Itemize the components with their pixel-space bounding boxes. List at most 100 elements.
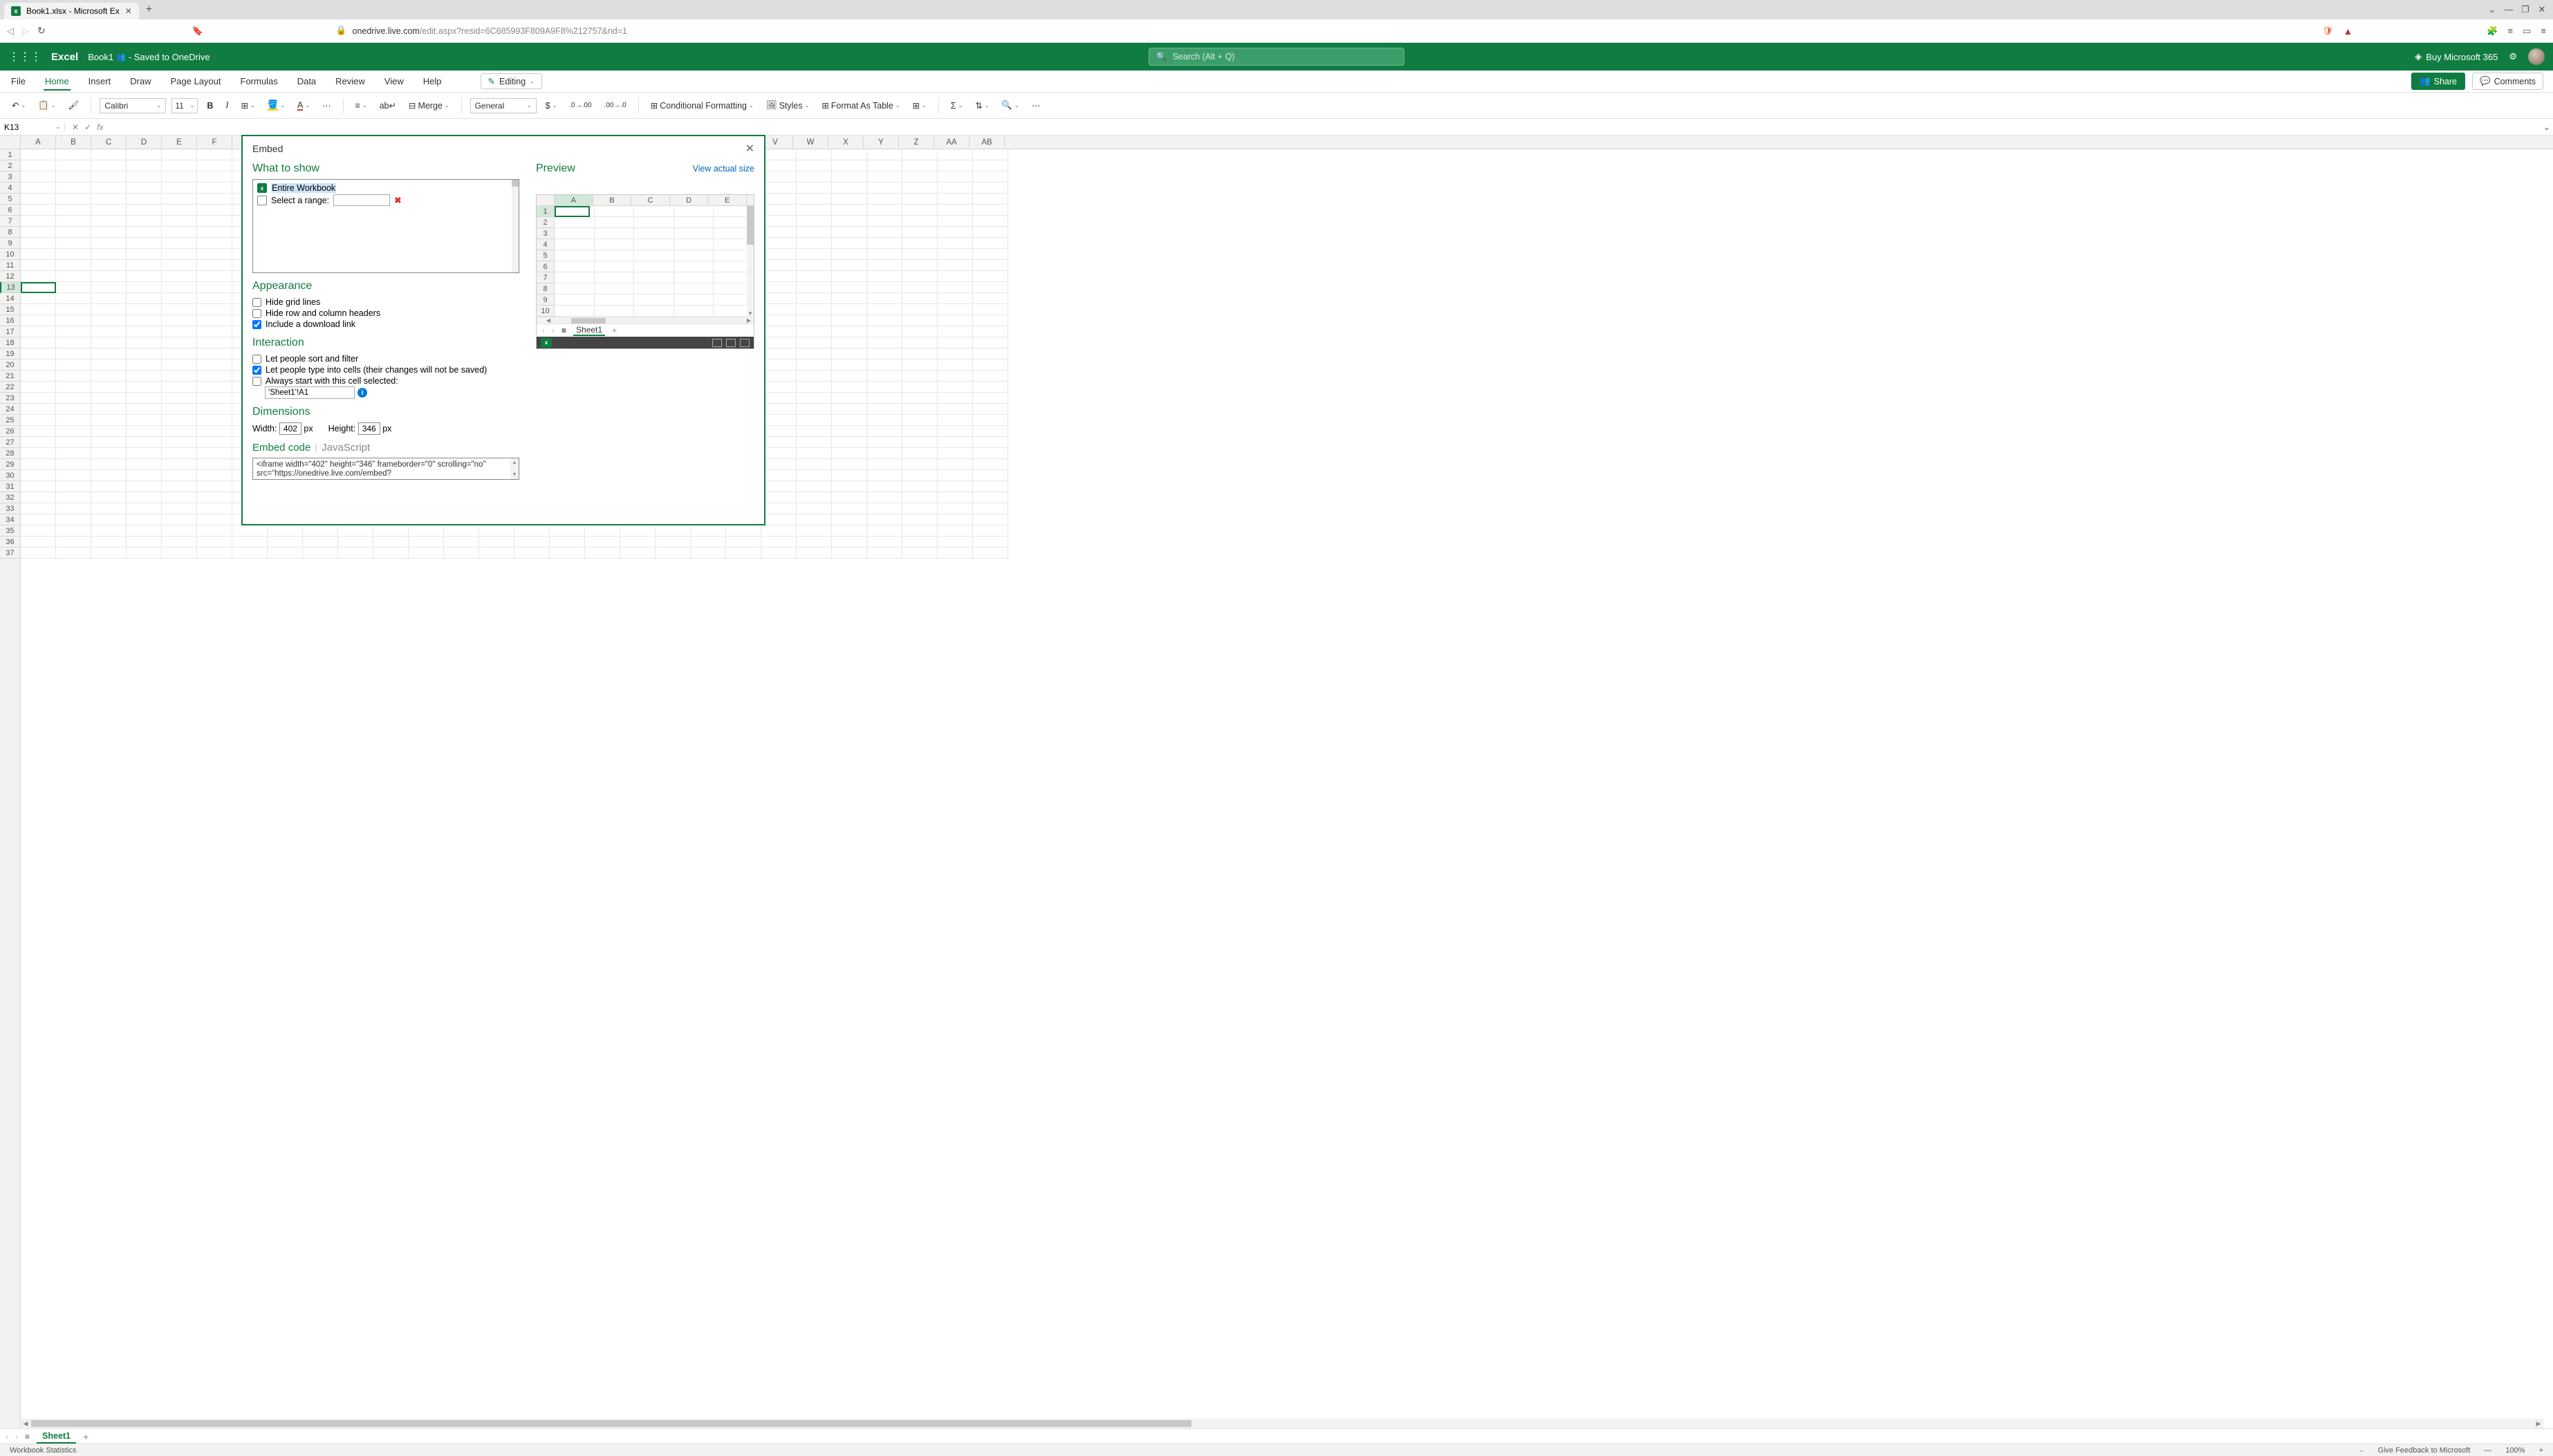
row-header[interactable]: 19 bbox=[0, 348, 20, 360]
pv-row-header[interactable]: 9 bbox=[537, 295, 554, 306]
pv-row-header[interactable]: 7 bbox=[537, 272, 554, 283]
bold-button[interactable]: B bbox=[203, 99, 216, 113]
row-header[interactable]: 24 bbox=[0, 404, 20, 415]
row-header[interactable]: 25 bbox=[0, 415, 20, 426]
row-header[interactable]: 26 bbox=[0, 426, 20, 437]
entire-workbook-option[interactable]: Entire Workbook bbox=[271, 183, 336, 193]
tab-view[interactable]: View bbox=[383, 72, 405, 91]
col-header[interactable]: F bbox=[197, 136, 232, 149]
fill-color-button[interactable]: 🪣⌄ bbox=[264, 99, 288, 113]
sheet-next-icon[interactable]: › bbox=[15, 1432, 18, 1441]
shield-icon[interactable]: 🛡 bbox=[2322, 26, 2334, 37]
row-header[interactable]: 30 bbox=[0, 470, 20, 481]
row-header[interactable]: 17 bbox=[0, 326, 20, 337]
expand-formula-bar-icon[interactable]: ⌄ bbox=[2541, 122, 2553, 133]
paste-button[interactable]: 📋⌄ bbox=[35, 98, 59, 113]
range-input[interactable] bbox=[333, 194, 390, 206]
row-header[interactable]: 36 bbox=[0, 536, 20, 548]
col-header[interactable]: W bbox=[793, 136, 828, 149]
app-launcher-icon[interactable]: ⋮⋮⋮ bbox=[8, 50, 41, 64]
pv-fullscreen-icon[interactable] bbox=[740, 339, 750, 347]
row-header[interactable]: 11 bbox=[0, 260, 20, 271]
close-window-icon[interactable]: ✕ bbox=[2535, 4, 2549, 15]
col-header[interactable]: C bbox=[91, 136, 127, 149]
tab-file[interactable]: File bbox=[10, 72, 27, 91]
bookmark-icon[interactable]: 🔖 bbox=[192, 26, 203, 37]
minimize-icon[interactable]: ― bbox=[2502, 4, 2516, 15]
pv-add-sheet[interactable]: + bbox=[612, 326, 617, 335]
pv-col-header[interactable]: E bbox=[708, 195, 747, 205]
buy-microsoft-365[interactable]: ◈ Buy Microsoft 365 bbox=[2415, 51, 2498, 62]
merge-button[interactable]: ⊟ Merge ⌄ bbox=[405, 98, 453, 113]
col-header[interactable]: Z bbox=[899, 136, 934, 149]
avatar[interactable] bbox=[2528, 48, 2545, 65]
col-header[interactable]: B bbox=[56, 136, 91, 149]
embed-code-textarea[interactable]: <iframe width="402" height="346" framebo… bbox=[252, 458, 519, 480]
row-header[interactable]: 8 bbox=[0, 227, 20, 238]
clear-range-icon[interactable]: ✖ bbox=[394, 195, 401, 205]
document-title[interactable]: Book1 👥 - Saved to OneDrive ⌄ bbox=[88, 52, 217, 62]
horizontal-scrollbar[interactable]: ◀ ▶ bbox=[21, 1419, 2543, 1428]
row-header[interactable]: 35 bbox=[0, 525, 20, 536]
hide-grid-checkbox[interactable]: Hide grid lines bbox=[252, 297, 519, 308]
col-header[interactable]: X bbox=[828, 136, 864, 149]
width-input[interactable] bbox=[279, 422, 301, 435]
textarea-scrollbar[interactable]: ▲▼ bbox=[510, 458, 519, 479]
close-dialog-button[interactable]: ✕ bbox=[745, 142, 754, 156]
row-header[interactable]: 34 bbox=[0, 514, 20, 525]
pv-sheet-next[interactable]: › bbox=[552, 326, 555, 335]
pv-col-header[interactable]: B bbox=[593, 195, 632, 205]
row-header[interactable]: 15 bbox=[0, 304, 20, 315]
row-header[interactable]: 32 bbox=[0, 492, 20, 503]
col-header[interactable]: AB bbox=[969, 136, 1005, 149]
row-header[interactable]: 6 bbox=[0, 205, 20, 216]
more-font-button[interactable]: ⋯ bbox=[319, 98, 335, 113]
row-header[interactable]: 16 bbox=[0, 315, 20, 326]
hide-headers-checkbox[interactable]: Hide row and column headers bbox=[252, 308, 519, 319]
row-header[interactable]: 3 bbox=[0, 171, 20, 183]
col-header[interactable]: A bbox=[21, 136, 56, 149]
name-box[interactable]: K13⌄ bbox=[0, 122, 65, 132]
align-button[interactable]: ≡⌄ bbox=[352, 99, 371, 113]
brave-icon[interactable]: ▲ bbox=[2343, 26, 2352, 37]
row-header[interactable]: 22 bbox=[0, 382, 20, 393]
select-all-corner[interactable] bbox=[0, 136, 21, 149]
pv-view-icon[interactable] bbox=[726, 339, 736, 347]
what-to-show-list[interactable]: x Entire Workbook Select a range: ✖ bbox=[252, 179, 519, 273]
pv-vertical-scrollbar[interactable]: ▼ bbox=[747, 206, 754, 317]
undo-button[interactable]: ↶⌄ bbox=[8, 98, 29, 113]
zoom-out-icon[interactable]: ― bbox=[2484, 1446, 2491, 1455]
row-header[interactable]: 21 bbox=[0, 371, 20, 382]
row-header[interactable]: 33 bbox=[0, 503, 20, 514]
search-input[interactable]: 🔍 Search (Alt + Q) bbox=[1149, 48, 1404, 66]
cancel-formula-icon[interactable]: ✕ bbox=[72, 122, 79, 132]
row-header[interactable]: 37 bbox=[0, 548, 20, 559]
number-format-dropdown[interactable]: General⌄ bbox=[470, 98, 537, 113]
pv-col-header[interactable]: C bbox=[631, 195, 670, 205]
start-cell-input[interactable] bbox=[265, 386, 355, 399]
sheet-tab[interactable]: Sheet1 bbox=[37, 1430, 76, 1444]
row-header[interactable]: 1 bbox=[0, 149, 20, 160]
workbook-statistics[interactable]: Workbook Statistics bbox=[10, 1446, 76, 1455]
find-button[interactable]: 🔍⌄ bbox=[998, 98, 1022, 113]
col-header[interactable]: Y bbox=[864, 136, 899, 149]
row-header[interactable]: 4 bbox=[0, 183, 20, 194]
conditional-formatting-button[interactable]: ⊞ Conditional Formatting ⌄ bbox=[647, 98, 757, 113]
info-icon[interactable]: i bbox=[358, 388, 367, 398]
sidebar-icon[interactable]: ≡ bbox=[2508, 26, 2514, 36]
cells-button[interactable]: ⊞⌄ bbox=[909, 98, 930, 113]
row-header[interactable]: 12 bbox=[0, 271, 20, 282]
address-bar[interactable]: 🔒 onedrive.live.com/edit.aspx?resid=6C68… bbox=[336, 26, 2314, 36]
tab-data[interactable]: Data bbox=[296, 72, 317, 91]
borders-button[interactable]: ⊞⌄ bbox=[238, 98, 259, 113]
gear-icon[interactable]: ⚙ bbox=[2509, 51, 2517, 62]
row-header[interactable]: 7 bbox=[0, 216, 20, 227]
row-header[interactable]: 28 bbox=[0, 448, 20, 459]
italic-button[interactable]: I bbox=[222, 98, 232, 113]
comments-button[interactable]: 💬 Comments bbox=[2472, 73, 2543, 90]
menu-icon[interactable]: ≡ bbox=[2541, 26, 2546, 36]
row-header[interactable]: 31 bbox=[0, 481, 20, 492]
tab-close-icon[interactable]: ✕ bbox=[125, 6, 132, 16]
sort-filter-button[interactable]: ⇅⌄ bbox=[972, 98, 992, 113]
row-header[interactable]: 29 bbox=[0, 459, 20, 470]
